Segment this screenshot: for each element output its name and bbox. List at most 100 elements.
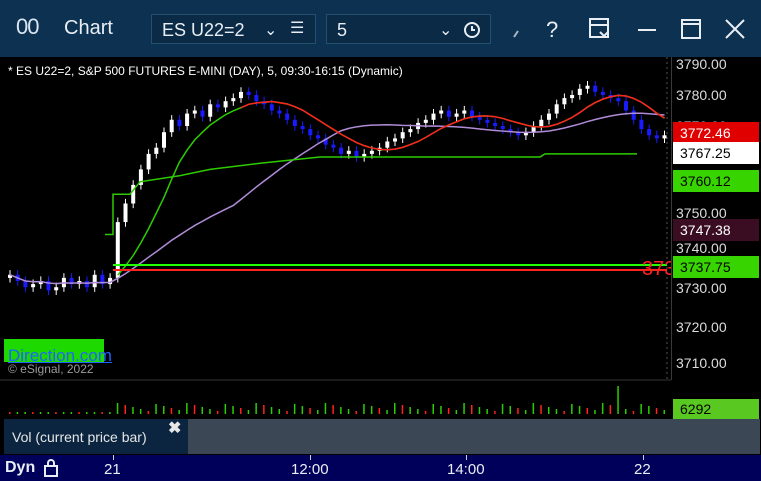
volume-bar bbox=[132, 407, 134, 414]
candle-body bbox=[439, 110, 444, 114]
volume-bar bbox=[394, 403, 396, 414]
red-moving-average bbox=[240, 94, 665, 151]
list-icon[interactable]: ☰ bbox=[290, 18, 304, 38]
lock-icon[interactable] bbox=[42, 458, 60, 478]
volume-bar bbox=[86, 412, 88, 414]
red-side-label: 373 bbox=[642, 258, 671, 280]
minimize-icon[interactable] bbox=[632, 14, 662, 44]
volume-bar bbox=[209, 409, 211, 414]
volume-bar bbox=[309, 408, 311, 414]
candle-body bbox=[231, 98, 236, 102]
candle-body bbox=[92, 274, 97, 288]
volume-bar bbox=[186, 403, 188, 414]
candle-body bbox=[477, 116, 482, 120]
candle-body bbox=[269, 104, 274, 111]
volume-bar bbox=[578, 406, 581, 414]
volume-bar bbox=[201, 407, 203, 414]
symbol-selector[interactable]: ES U22=2 ⌄ ☰ bbox=[151, 14, 316, 44]
volume-bar bbox=[324, 403, 327, 414]
candle-body bbox=[285, 113, 290, 120]
volume-bar bbox=[548, 407, 550, 414]
candle-body bbox=[300, 126, 305, 130]
volume-bar bbox=[24, 412, 26, 414]
candle-body bbox=[585, 85, 590, 89]
volume-bar bbox=[386, 410, 388, 414]
interval-selector[interactable]: 5 ⌄ bbox=[326, 14, 491, 44]
candle-body bbox=[446, 110, 451, 117]
candle-body bbox=[169, 119, 174, 133]
candle-body bbox=[431, 113, 436, 120]
time-label: 12:00 bbox=[291, 461, 329, 478]
volume-bar bbox=[278, 409, 280, 414]
volume-bar bbox=[55, 412, 57, 414]
volume-bar bbox=[494, 411, 496, 414]
time-tick bbox=[643, 455, 644, 460]
volume-bar bbox=[340, 407, 342, 414]
volume-bar bbox=[39, 412, 42, 414]
candle-body bbox=[85, 281, 89, 288]
volume-bar bbox=[155, 404, 157, 414]
price-axis-label: 3740.00 bbox=[676, 240, 727, 256]
volume-bar bbox=[401, 405, 404, 414]
volume-bar bbox=[540, 405, 542, 414]
app-icon: 00 bbox=[16, 14, 40, 39]
volume-bar bbox=[640, 404, 642, 414]
candle-body bbox=[223, 101, 228, 108]
volume-bar bbox=[47, 412, 49, 414]
candle-body bbox=[316, 135, 320, 139]
support-level-line bbox=[105, 153, 637, 236]
page-dropdown-icon[interactable] bbox=[585, 14, 615, 44]
price-chart[interactable] bbox=[0, 57, 671, 455]
volume-bar bbox=[193, 405, 196, 414]
candle-body bbox=[331, 144, 336, 148]
volume-bar bbox=[139, 409, 142, 414]
volume-bar bbox=[240, 408, 242, 414]
draw-tool-icon[interactable] bbox=[505, 14, 535, 44]
volume-bar bbox=[124, 405, 126, 414]
chevron-down-icon[interactable]: ⌄ bbox=[264, 20, 277, 40]
volume-bar bbox=[601, 403, 604, 414]
chevron-down-icon[interactable]: ⌄ bbox=[439, 20, 452, 40]
candle-body bbox=[154, 147, 159, 154]
close-icon[interactable]: ✖ bbox=[168, 418, 181, 438]
svg-text:?: ? bbox=[546, 17, 558, 42]
volume-bar bbox=[101, 412, 103, 414]
dynamic-mode-label[interactable]: Dyn bbox=[5, 459, 35, 477]
volume-bar bbox=[255, 403, 257, 414]
candle-body bbox=[215, 104, 220, 108]
price-tag: 3737.75 bbox=[673, 256, 759, 278]
time-tick bbox=[310, 455, 311, 460]
candle-body bbox=[500, 126, 505, 130]
volume-bar bbox=[571, 404, 573, 414]
window-title: Chart bbox=[64, 17, 113, 39]
candle-body bbox=[185, 113, 190, 126]
volume-bar bbox=[617, 386, 619, 414]
close-icon[interactable] bbox=[720, 14, 750, 44]
price-tag: 3760.12 bbox=[673, 170, 759, 192]
clock-icon[interactable] bbox=[463, 21, 481, 39]
volume-bar bbox=[655, 408, 658, 414]
candle-body bbox=[292, 119, 297, 126]
candle-body bbox=[577, 88, 582, 95]
help-icon[interactable]: ? bbox=[538, 14, 568, 44]
volume-bar bbox=[509, 406, 511, 414]
volume-bar bbox=[486, 409, 488, 414]
time-label: 22 bbox=[634, 461, 651, 478]
candle-body bbox=[662, 135, 667, 139]
maximize-icon[interactable] bbox=[676, 14, 706, 44]
candle-body bbox=[547, 113, 551, 120]
candle-body bbox=[123, 203, 128, 223]
candle-body bbox=[654, 135, 659, 139]
candle-body bbox=[554, 104, 559, 114]
price-axis-label: 3790.00 bbox=[676, 56, 727, 72]
volume-bar bbox=[70, 412, 73, 414]
volume-bar bbox=[347, 409, 350, 414]
candle-body bbox=[454, 113, 459, 117]
price-tag: 3772.46 bbox=[673, 122, 759, 144]
volume-bar bbox=[586, 408, 588, 414]
volume-bar bbox=[147, 411, 150, 414]
volume-bar bbox=[555, 409, 558, 414]
candle-body bbox=[254, 95, 259, 102]
volume-bar bbox=[478, 407, 481, 414]
volume-bar bbox=[524, 410, 527, 414]
